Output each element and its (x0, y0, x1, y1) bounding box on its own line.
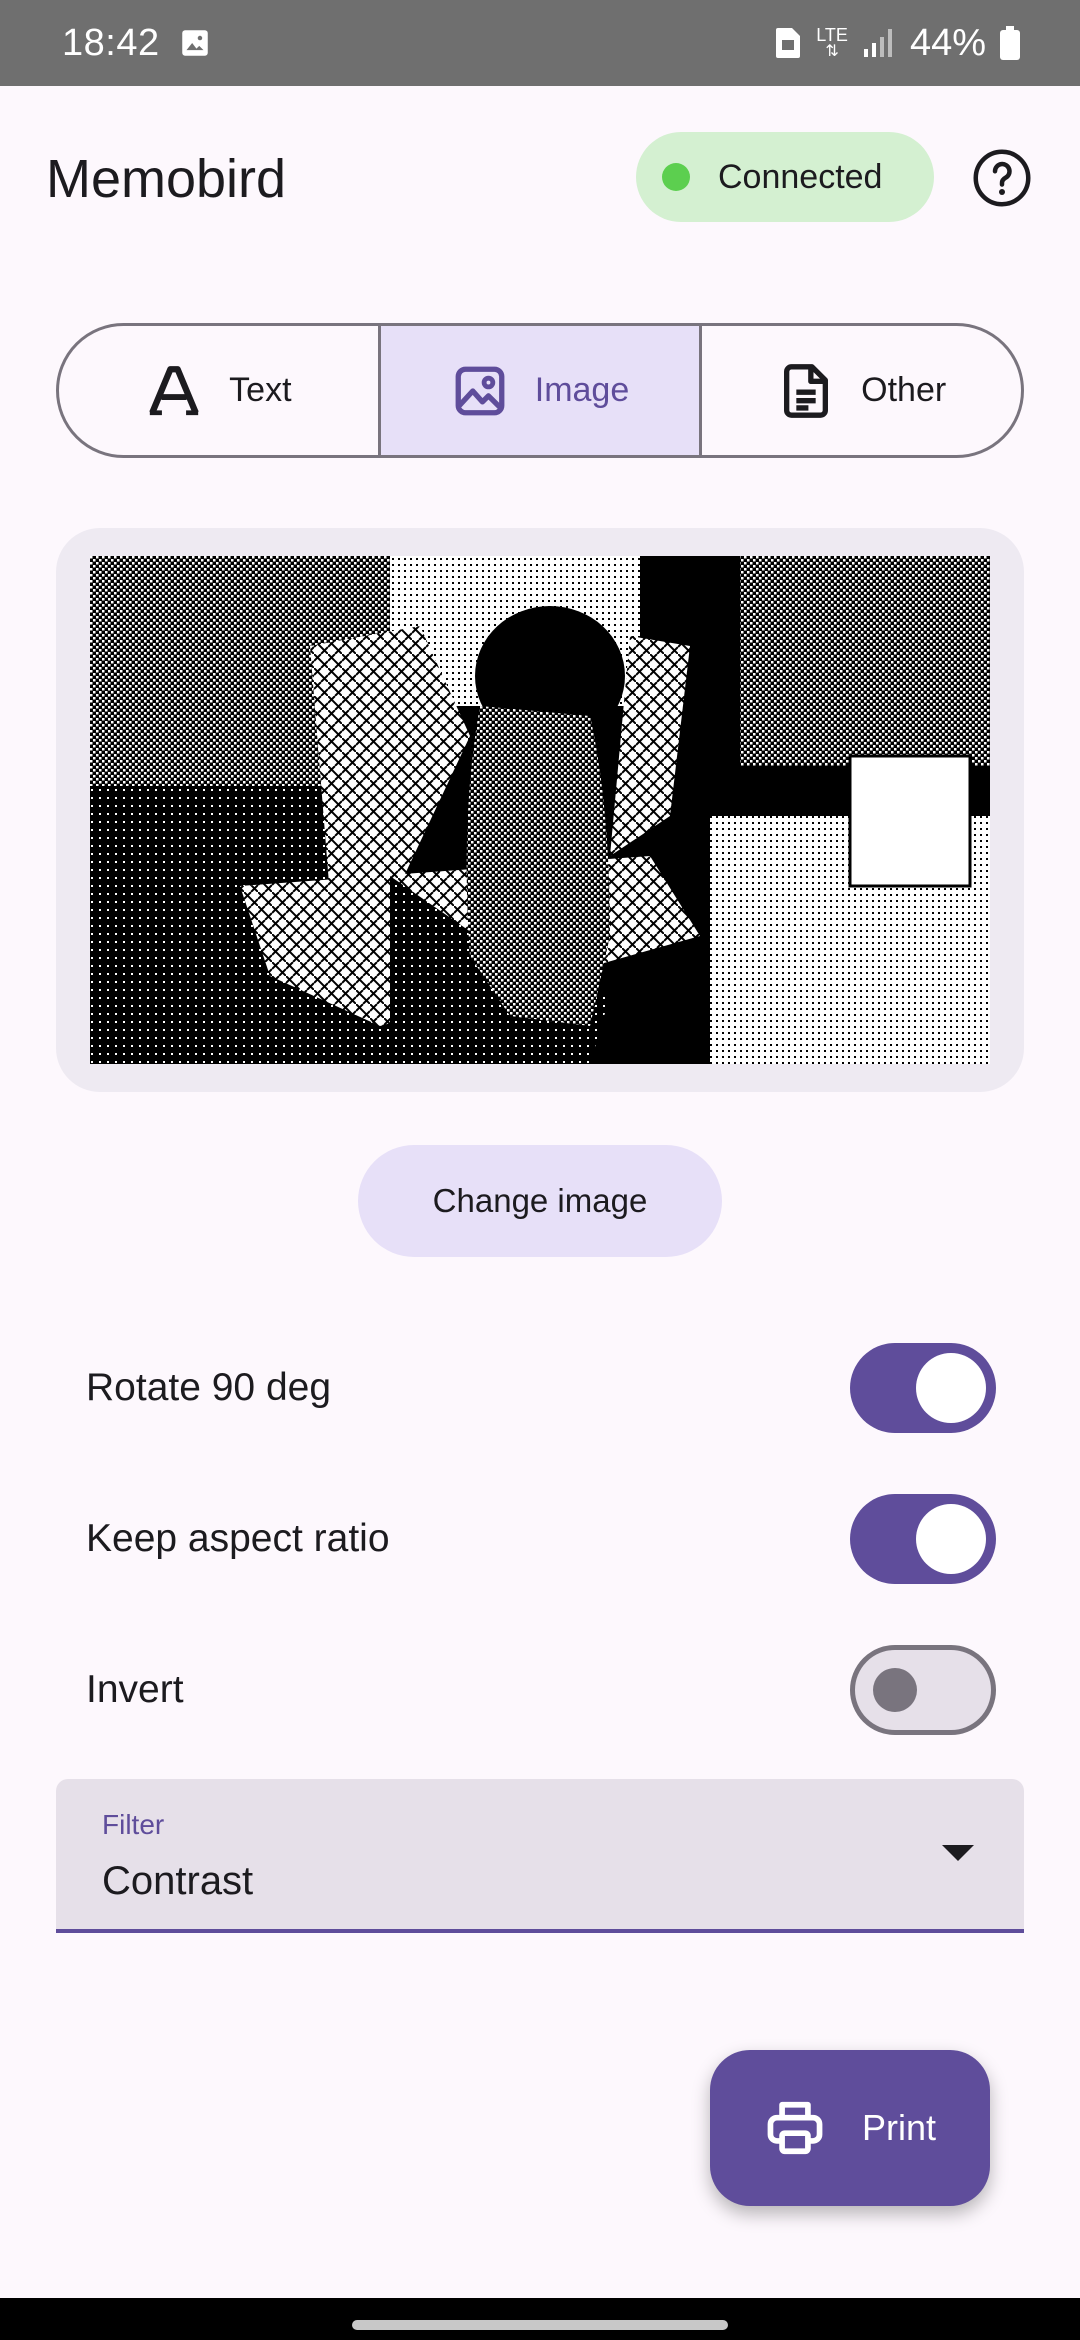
invert-switch[interactable] (850, 1645, 996, 1735)
connection-status-chip[interactable]: Connected (636, 132, 934, 222)
system-navigation-bar (0, 2298, 1080, 2340)
switch-thumb (916, 1504, 986, 1574)
connection-status-label: Connected (718, 157, 883, 196)
change-image-button[interactable]: Change image (358, 1145, 722, 1257)
battery-percent: 44% (909, 21, 986, 64)
mode-segmented-control: Text Image Other (56, 323, 1024, 458)
dropdown-arrow-icon[interactable] (942, 1845, 974, 1861)
image-icon (455, 366, 505, 415)
image-preview-card (56, 528, 1024, 1092)
rotate-90-label: Rotate 90 deg (86, 1366, 332, 1409)
tab-image[interactable]: Image (377, 326, 700, 455)
status-time: 18:42 (62, 21, 160, 64)
keep-aspect-ratio-label: Keep aspect ratio (86, 1517, 390, 1560)
dithered-image-preview (90, 556, 990, 1064)
switch-thumb (916, 1353, 986, 1423)
filter-value: Contrast (102, 1859, 254, 1903)
invert-label: Invert (86, 1668, 184, 1711)
status-dot-icon (662, 163, 690, 191)
tab-other[interactable]: Other (699, 326, 1021, 455)
print-button-label: Print (861, 2107, 937, 2148)
keep-aspect-ratio-switch[interactable] (850, 1494, 996, 1584)
battery-icon (1000, 26, 1020, 60)
home-gesture-handle[interactable] (352, 2320, 728, 2330)
text-format-icon (149, 365, 199, 415)
sim-icon (776, 28, 801, 58)
rotate-90-switch[interactable] (850, 1343, 996, 1433)
print-button[interactable]: Print (710, 2050, 990, 2206)
help-icon[interactable] (972, 148, 1032, 208)
option-invert: Invert (86, 1645, 996, 1735)
document-icon (784, 363, 829, 418)
tab-text[interactable]: Text (59, 326, 378, 455)
option-keep-aspect-ratio: Keep aspect ratio (86, 1494, 996, 1584)
status-bar: 18:42 LTE ⇅ 44% (0, 0, 1080, 86)
switch-thumb (873, 1668, 917, 1712)
lte-indicator: LTE ⇅ (816, 25, 848, 60)
tab-other-label: Other (861, 371, 947, 409)
signal-icon (863, 29, 892, 57)
gallery-notification-icon (181, 30, 208, 56)
filter-dropdown[interactable]: Filter Contrast (56, 1779, 1024, 1933)
printer-icon (767, 2101, 823, 2155)
filter-label: Filter (102, 1809, 165, 1840)
app-title: Memobird (46, 149, 287, 209)
tab-image-label: Image (534, 371, 630, 409)
tab-text-label: Text (229, 371, 292, 409)
option-rotate-90: Rotate 90 deg (86, 1343, 996, 1433)
